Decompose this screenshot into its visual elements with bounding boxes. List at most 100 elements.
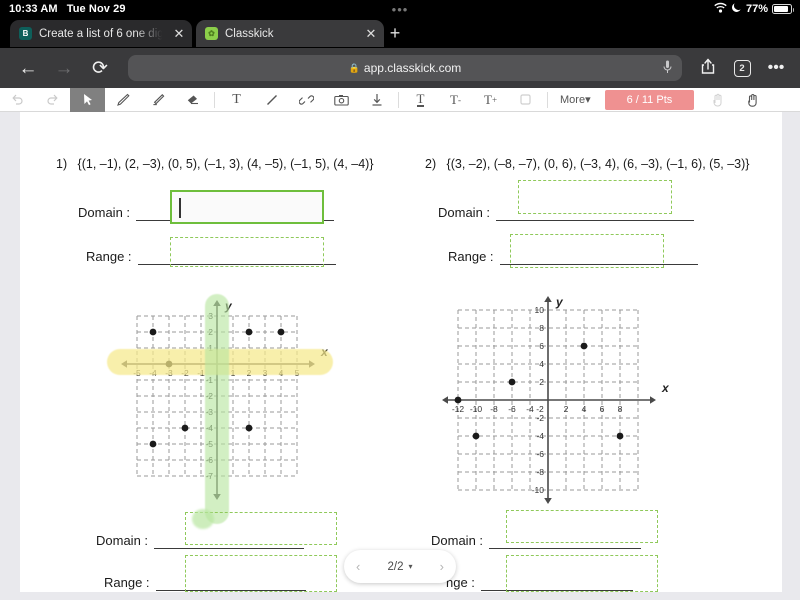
url-bar[interactable]: 🔒 app.classkick.com bbox=[128, 55, 682, 81]
page-navigation[interactable]: ‹ 2/2 ▾ › bbox=[344, 550, 456, 583]
close-icon[interactable]: ✕ bbox=[364, 27, 378, 40]
browser-tab-strip: B Create a list of 6 one digi ✕ ✿ Classk… bbox=[0, 18, 800, 48]
highlighter-tool[interactable] bbox=[140, 88, 175, 112]
eraser-tool[interactable] bbox=[175, 88, 210, 112]
status-time: 10:33 AM bbox=[9, 3, 58, 15]
browser-tab-active[interactable]: ✿ Classkick ✕ bbox=[196, 20, 384, 47]
highlight-blob bbox=[192, 509, 214, 529]
problem-2-number: 2) bbox=[425, 157, 437, 171]
next-page-button[interactable]: › bbox=[440, 559, 444, 574]
answer-field-problem-4-range[interactable] bbox=[506, 555, 658, 592]
forward-arrow-icon[interactable]: → bbox=[46, 59, 82, 78]
domain-label: Domain : bbox=[96, 533, 149, 548]
reload-icon[interactable]: ⟳ bbox=[82, 59, 118, 78]
url-text-group: 🔒 app.classkick.com bbox=[349, 61, 462, 75]
lock-icon: 🔒 bbox=[348, 62, 360, 73]
domain-label: Domain : bbox=[438, 205, 491, 220]
hand-icon[interactable] bbox=[735, 88, 770, 112]
problem-2-heading: 2) {(3, –2), (–8, –7), (0, 6), (–3, 4), … bbox=[425, 157, 749, 171]
url-text: app.classkick.com bbox=[363, 61, 462, 75]
svg-text:2: 2 bbox=[539, 377, 544, 387]
status-bar-left: 10:33 AM Tue Nov 29 bbox=[9, 3, 126, 15]
text-increase-tool[interactable]: T + bbox=[473, 88, 508, 112]
select-tool[interactable] bbox=[70, 87, 105, 112]
classkick-favicon: ✿ bbox=[205, 27, 218, 40]
answer-field-problem-2-domain[interactable] bbox=[518, 180, 672, 214]
more-dots-icon[interactable]: ••• bbox=[760, 60, 792, 76]
chevron-down-icon: ▾ bbox=[408, 562, 413, 571]
worksheet-scroll-area[interactable]: 1) {(1, –1), (2, –3), (0, 5), (–1, 3), (… bbox=[0, 112, 800, 600]
svg-text:8: 8 bbox=[539, 323, 544, 333]
svg-text:x: x bbox=[661, 381, 670, 395]
answer-field-problem-2-range[interactable] bbox=[510, 234, 664, 268]
download-tool[interactable] bbox=[359, 88, 394, 112]
pen-tool[interactable] bbox=[105, 88, 140, 112]
status-bar-right: 77% bbox=[714, 2, 794, 16]
svg-text:-8: -8 bbox=[536, 467, 544, 477]
problem-1-number: 1) bbox=[56, 157, 68, 171]
tab-count-button[interactable]: 2 bbox=[726, 59, 758, 78]
screen-root: 10:33 AM Tue Nov 29 ••• 77% B Create a l… bbox=[0, 0, 800, 600]
answer-field-problem-1-domain[interactable] bbox=[170, 190, 324, 224]
text-tool[interactable]: T bbox=[219, 88, 254, 112]
browser-tab-inactive[interactable]: B Create a list of 6 one digi ✕ bbox=[10, 20, 192, 47]
svg-text:10: 10 bbox=[535, 305, 545, 315]
svg-text:-6: -6 bbox=[508, 404, 516, 414]
points-badge[interactable]: 6 / 11 Pts bbox=[604, 89, 695, 110]
toolbar-divider bbox=[214, 91, 215, 108]
problem-2-set: {(3, –2), (–8, –7), (0, 6), (–3, 4), (6,… bbox=[446, 157, 750, 171]
ios-status-bar: 10:33 AM Tue Nov 29 ••• 77% bbox=[0, 0, 800, 18]
problem-1-heading: 1) {(1, –1), (2, –3), (0, 5), (–1, 3), (… bbox=[56, 157, 374, 171]
answer-field-problem-4-domain[interactable] bbox=[506, 510, 658, 543]
browser-toolbar: ← → ⟳ 🔒 app.classkick.com 2 ••• bbox=[0, 48, 800, 88]
text-decrease-tool[interactable]: T- bbox=[438, 88, 473, 112]
answer-field-problem-1-range[interactable] bbox=[170, 237, 324, 267]
back-arrow-icon[interactable]: ← bbox=[10, 59, 46, 78]
prev-page-button[interactable]: ‹ bbox=[356, 559, 360, 574]
answer-field-problem-3-range[interactable] bbox=[185, 555, 337, 592]
svg-text:2: 2 bbox=[564, 404, 569, 414]
svg-text:-6: -6 bbox=[536, 449, 544, 459]
range-label: Range : bbox=[86, 249, 132, 264]
more-menu-label: More bbox=[560, 94, 586, 106]
tab-count-label: 2 bbox=[733, 60, 751, 78]
svg-text:8: 8 bbox=[618, 404, 623, 414]
svg-text:y: y bbox=[555, 295, 564, 309]
status-date: Tue Nov 29 bbox=[66, 3, 126, 15]
camera-tool[interactable] bbox=[324, 88, 359, 112]
page-indicator-label: 2/2 bbox=[387, 560, 404, 573]
svg-text:-8: -8 bbox=[490, 404, 498, 414]
microphone-icon[interactable] bbox=[663, 60, 672, 77]
toolbar-divider bbox=[547, 91, 548, 108]
worksheet-page: 1) {(1, –1), (2, –3), (0, 5), (–1, 3), (… bbox=[20, 112, 782, 592]
svg-text:-4: -4 bbox=[536, 431, 544, 441]
graph-2: x y -12 -10 -8 -6 -4 -2 246 8 10 8 6 42 -2 -4-… bbox=[440, 292, 670, 512]
page-indicator[interactable]: 2/2 ▾ bbox=[387, 561, 412, 573]
close-icon[interactable]: ✕ bbox=[172, 27, 186, 40]
redo-tool[interactable] bbox=[35, 88, 70, 112]
battery-percent: 77% bbox=[745, 3, 768, 15]
svg-text:-10: -10 bbox=[470, 404, 483, 414]
highlight-y-axis bbox=[205, 294, 229, 524]
toolbar-divider bbox=[398, 91, 399, 108]
status-center-dots: ••• bbox=[391, 1, 409, 17]
svg-text:-2: -2 bbox=[536, 413, 544, 423]
text-underline-tool[interactable]: T bbox=[403, 88, 438, 112]
raise-hand-icon[interactable] bbox=[700, 88, 735, 112]
text-caret bbox=[179, 198, 181, 218]
tab-title: Classkick bbox=[225, 27, 274, 40]
domain-label: Domain : bbox=[431, 533, 484, 548]
svg-text:-4: -4 bbox=[526, 404, 534, 414]
bim-favicon: B bbox=[19, 27, 32, 40]
share-icon[interactable] bbox=[692, 58, 724, 79]
battery-icon bbox=[772, 4, 794, 14]
undo-tool[interactable] bbox=[0, 88, 35, 112]
chevron-down-icon: ▾ bbox=[585, 94, 591, 106]
new-tab-button[interactable]: + bbox=[386, 24, 404, 42]
shape-tool[interactable] bbox=[508, 88, 543, 112]
classkick-toolbar: T T T- T + More▾ 6 / 11 Pts bbox=[0, 87, 800, 112]
link-tool[interactable] bbox=[289, 88, 324, 112]
more-menu-button[interactable]: More▾ bbox=[552, 93, 599, 106]
svg-text:6: 6 bbox=[539, 341, 544, 351]
line-tool[interactable] bbox=[254, 88, 289, 112]
